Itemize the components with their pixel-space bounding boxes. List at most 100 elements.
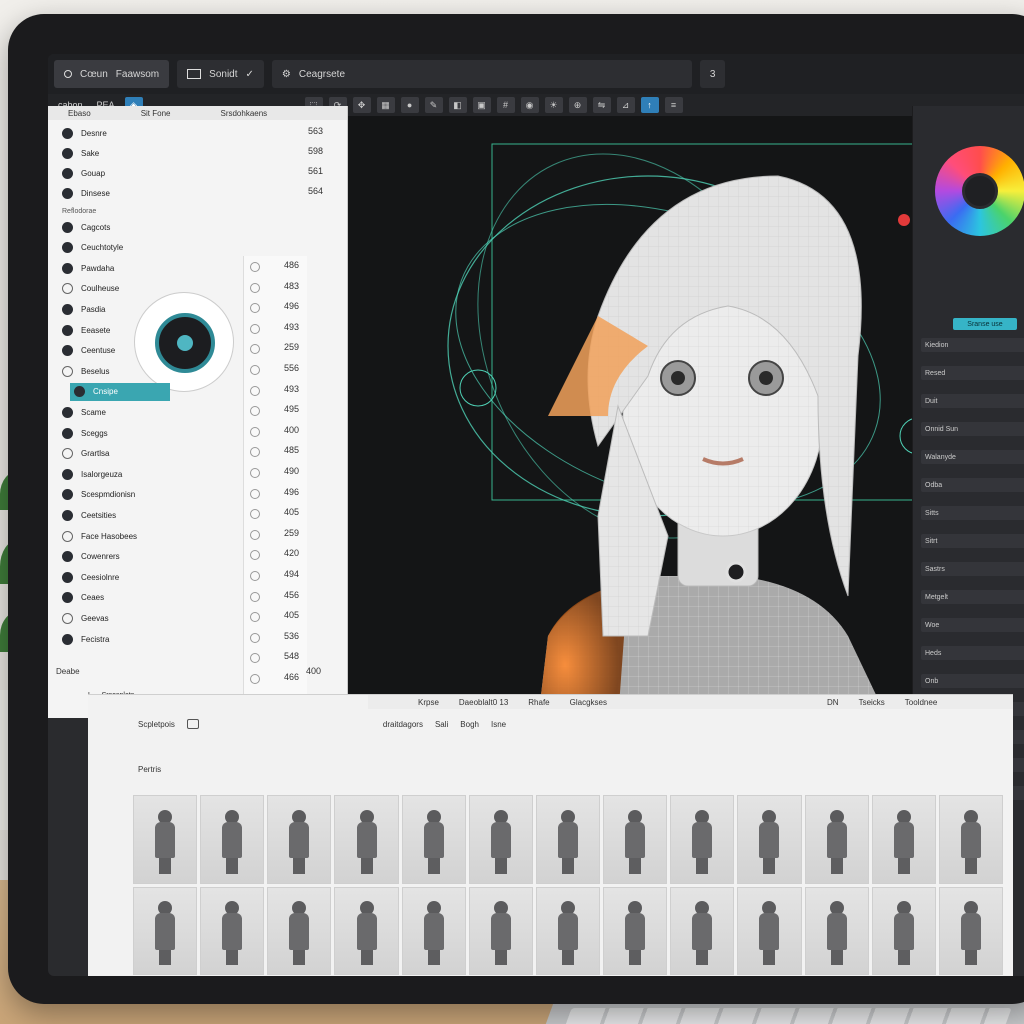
asset-tab[interactable]: Glacgkses	[570, 698, 607, 707]
visibility-icon[interactable]	[250, 282, 260, 293]
character-thumbnail[interactable]	[468, 886, 533, 975]
outliner-item[interactable]: Scame	[62, 403, 106, 421]
zoom-box[interactable]: 3	[699, 60, 726, 88]
property-row[interactable]: Sastrs	[921, 562, 1024, 576]
outliner-item[interactable]: Ceaes	[62, 589, 104, 607]
outliner-item[interactable]: Scespmdionisn	[62, 486, 135, 504]
filter-label[interactable]: Bogh	[460, 720, 479, 729]
character-thumbnail[interactable]	[737, 795, 802, 884]
asset-tab[interactable]: Tseicks	[859, 698, 885, 707]
tab-title[interactable]: ⚙ Ceagrsete	[271, 60, 692, 88]
property-row[interactable]: Resed	[921, 366, 1024, 380]
outliner-item[interactable]: Ceuchtotyle	[62, 239, 123, 257]
3d-viewport[interactable]	[348, 116, 948, 720]
character-thumbnail[interactable]	[133, 795, 198, 884]
outliner-item[interactable]: Ceentuse	[62, 342, 115, 360]
visibility-icon[interactable]	[250, 509, 260, 520]
folder-icon[interactable]	[186, 719, 199, 729]
outliner-tab[interactable]: Ebaso	[68, 109, 91, 118]
character-thumbnail[interactable]	[401, 795, 466, 884]
sculpt-tool-icon[interactable]: ●	[400, 97, 419, 113]
character-thumbnail[interactable]	[871, 795, 936, 884]
visibility-icon[interactable]	[250, 550, 260, 561]
outliner-item[interactable]: Cnsipe	[70, 382, 170, 401]
visibility-icon[interactable]	[250, 612, 260, 623]
visibility-icon[interactable]	[250, 591, 260, 602]
visibility-icon[interactable]	[250, 426, 260, 437]
property-row[interactable]: Metgelt	[921, 590, 1024, 604]
filter-label[interactable]: Sali	[435, 720, 448, 729]
character-thumbnail[interactable]	[603, 886, 668, 975]
character-thumbnail[interactable]	[200, 886, 265, 975]
asset-tab[interactable]: Daeoblalt0 13	[459, 698, 508, 707]
visibility-icon[interactable]	[250, 571, 260, 581]
character-thumbnail[interactable]	[334, 886, 399, 975]
character-thumbnail[interactable]	[200, 795, 265, 884]
outliner-item[interactable]: Isalorgeuza	[62, 465, 122, 483]
color-wheel[interactable]	[935, 146, 1024, 236]
character-thumbnail[interactable]	[670, 795, 735, 884]
asset-tab[interactable]: Krpse	[418, 698, 439, 707]
light-tool-icon[interactable]: ☀	[544, 97, 563, 113]
outliner-item[interactable]: Sceggs	[62, 424, 108, 442]
character-thumbnail[interactable]	[804, 795, 869, 884]
visibility-icon[interactable]	[250, 468, 260, 478]
visibility-icon[interactable]	[250, 447, 260, 458]
visibility-icon[interactable]	[250, 653, 260, 664]
outliner-item[interactable]: Beselus	[62, 362, 109, 380]
property-row[interactable]: Woe	[921, 618, 1024, 632]
list-icon[interactable]: ≡	[664, 97, 683, 113]
visibility-icon[interactable]	[250, 365, 260, 375]
visibility-icon[interactable]	[250, 303, 260, 314]
asset-tab[interactable]: DN	[827, 698, 839, 707]
character-thumbnail[interactable]	[938, 795, 1003, 884]
character-thumbnail[interactable]	[334, 795, 399, 884]
outliner-item[interactable]: Fecistra	[62, 630, 109, 648]
visibility-icon[interactable]	[250, 262, 260, 272]
outliner-item[interactable]: Eeasete	[62, 321, 110, 339]
character-thumbnail[interactable]	[535, 795, 601, 884]
asset-tab[interactable]: Tooldnee	[905, 698, 937, 707]
red-status-dot[interactable]	[898, 214, 910, 226]
orientation-gizmo[interactable]	[134, 292, 234, 392]
property-row[interactable]: Heds	[921, 646, 1024, 660]
outliner-item[interactable]: Pawdaha	[62, 259, 114, 277]
outliner-item[interactable]: Grartlsa	[62, 445, 109, 463]
mirror-tool-icon[interactable]: ⇋	[592, 97, 611, 113]
filter-label[interactable]: draitdagors	[383, 720, 423, 729]
asset-tab[interactable]: Rhafe	[528, 698, 549, 707]
character-thumbnail[interactable]	[737, 886, 802, 975]
property-row[interactable]: Kiedion	[921, 338, 1024, 352]
mesh-tool-icon[interactable]: ▦	[376, 97, 395, 113]
snap-tool-icon[interactable]: ⊕	[568, 97, 587, 113]
outliner-item[interactable]: Ceetsities	[62, 506, 116, 524]
outliner-tab[interactable]: Srsdohkaens	[220, 109, 267, 118]
character-thumbnail[interactable]	[804, 886, 869, 975]
property-row[interactable]: Sitrt	[921, 534, 1024, 548]
character-thumbnail[interactable]	[401, 886, 466, 975]
property-row[interactable]: Sitts	[921, 506, 1024, 520]
visibility-icon[interactable]	[250, 344, 260, 355]
property-row[interactable]: Duit	[921, 394, 1024, 408]
outliner-item[interactable]: Pasdia	[62, 300, 105, 318]
paint-tool-icon[interactable]: ✎	[424, 97, 443, 113]
visibility-icon[interactable]	[250, 323, 260, 334]
outliner-item[interactable]: Gouap	[62, 164, 105, 182]
character-thumbnail[interactable]	[468, 795, 533, 884]
character-thumbnail[interactable]	[670, 886, 735, 975]
uv-tool-icon[interactable]: ◧	[448, 97, 467, 113]
outliner-item[interactable]: Ceesiolnre	[62, 568, 119, 586]
outliner-item[interactable]: Coulheuse	[62, 280, 119, 298]
tab-main[interactable]: Cœun Faawsom	[54, 60, 170, 88]
visibility-icon[interactable]	[250, 488, 260, 499]
character-thumbnail[interactable]	[267, 886, 332, 975]
character-thumbnail[interactable]	[938, 886, 1003, 975]
outliner-item[interactable]: Cowenrers	[62, 548, 120, 566]
outliner-item[interactable]: Dinsese	[62, 184, 110, 202]
tab-secondary[interactable]: Sonidt ✓	[177, 60, 264, 88]
property-row[interactable]: Onb	[921, 674, 1024, 688]
category-label[interactable]: Scpletpois	[138, 720, 175, 729]
property-row[interactable]: Walanyde	[921, 450, 1024, 464]
visibility-icon[interactable]	[250, 632, 260, 643]
pin-tool-icon[interactable]: ⊿	[616, 97, 635, 113]
